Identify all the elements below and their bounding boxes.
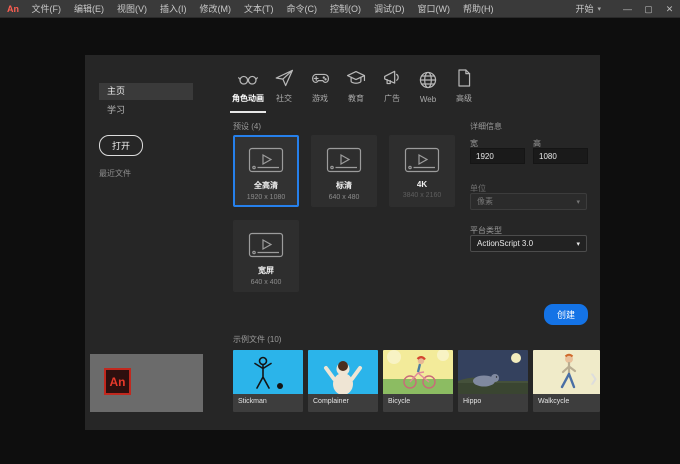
preset-dimensions: 1920 x 1080 (246, 194, 286, 201)
preset-dimensions: 3840 x 2160 (402, 192, 442, 199)
video-preset-icon (404, 147, 440, 173)
chevron-down-icon: ▾ (576, 240, 580, 248)
menubar-right: 开始 ▾ — ▢ ✕ (575, 0, 680, 18)
preset-name: 标清 (336, 181, 352, 190)
document-icon (458, 69, 471, 87)
menu-help[interactable]: 帮助(H) (457, 0, 501, 18)
complainer-thumbnail (308, 350, 378, 394)
character-animation-icon (238, 75, 258, 85)
tab-ads[interactable]: 广告 (374, 68, 410, 113)
tab-education[interactable]: 教育 (338, 68, 374, 113)
menu-insert[interactable]: 插入(I) (154, 0, 194, 18)
app-logo-icon: An (7, 3, 19, 14)
menu-text[interactable]: 文本(T) (238, 0, 281, 18)
animate-logo-icon: An (104, 368, 131, 395)
preset-card-sd[interactable]: 标清 640 x 480 (311, 135, 377, 207)
start-screen-panel: 主页 学习 打开 最近文件 角色动画 社交 游戏 教育 广告 Web 高级 预设… (85, 55, 600, 430)
sample-title: Stickman (238, 398, 267, 405)
sidebar-item-home[interactable]: 主页 (99, 83, 193, 100)
paper-plane-icon (275, 69, 293, 87)
open-button[interactable]: 打开 (99, 135, 144, 156)
tab-label: 角色动画 (232, 94, 264, 103)
presets-header: 预设 (4) (233, 122, 261, 131)
menu-debug[interactable]: 调试(D) (368, 0, 412, 18)
details-header: 详细信息 (470, 122, 502, 131)
chevron-down-icon: ▾ (597, 5, 601, 13)
preset-card-4k[interactable]: 4K 3840 x 2160 (389, 135, 455, 207)
recent-files-label: 最近文件 (99, 169, 131, 178)
chevron-down-icon: ▾ (576, 198, 580, 206)
preset-name: 宽屏 (258, 266, 274, 275)
close-icon[interactable]: ✕ (659, 0, 680, 18)
menu-view[interactable]: 视图(V) (111, 0, 154, 18)
tab-games[interactable]: 游戏 (302, 68, 338, 113)
sample-title: Bicycle (388, 398, 411, 405)
sample-card-complainer[interactable]: Complainer (308, 350, 378, 412)
minimize-icon[interactable]: — (617, 0, 638, 18)
preset-dimensions: 640 x 400 (250, 279, 282, 286)
preset-name: 4K (416, 180, 428, 189)
height-input[interactable] (533, 148, 588, 164)
menu-file[interactable]: 文件(F) (25, 0, 68, 18)
sample-card-bicycle[interactable]: Bicycle (383, 350, 453, 412)
sample-card-stickman[interactable]: Stickman (233, 350, 303, 412)
unit-value: 像素 (477, 197, 493, 206)
game-controller-icon (312, 73, 330, 84)
preset-name: 全高清 (254, 181, 278, 190)
tab-advanced[interactable]: 高级 (446, 68, 482, 113)
category-tabs: 角色动画 社交 游戏 教育 广告 Web 高级 (230, 68, 482, 113)
workspace-label: 开始 (575, 4, 594, 14)
create-button[interactable]: 创建 (544, 304, 589, 325)
video-preset-icon (248, 232, 284, 258)
megaphone-icon (384, 70, 399, 85)
maximize-icon[interactable]: ▢ (638, 0, 659, 18)
menu-bar: An 文件(F) 编辑(E) 视图(V) 插入(I) 修改(M) 文本(T) 命… (0, 0, 680, 18)
sidebar-item-learn[interactable]: 学习 (99, 102, 193, 119)
bicycle-thumbnail (383, 350, 453, 394)
video-preset-icon (326, 147, 362, 173)
width-input[interactable] (470, 148, 525, 164)
sample-title: Complainer (313, 398, 349, 405)
sample-title: Hippo (463, 398, 482, 405)
video-preset-icon (248, 147, 284, 173)
sample-card-hippo[interactable]: Hippo (458, 350, 528, 412)
tab-social[interactable]: 社交 (266, 68, 302, 113)
menu-edit[interactable]: 编辑(E) (68, 0, 111, 18)
unit-select: 像素 ▾ (470, 193, 587, 210)
workspace-switcher[interactable]: 开始 ▾ (575, 2, 601, 15)
platform-value: ActionScript 3.0 (477, 239, 534, 248)
hippo-thumbnail (458, 350, 528, 394)
tab-web[interactable]: Web (410, 70, 446, 113)
sample-title: Walkcycle (538, 398, 570, 405)
preset-card-full-hd[interactable]: 全高清 1920 x 1080 (233, 135, 299, 207)
animate-start-screen: An 文件(F) 编辑(E) 视图(V) 插入(I) 修改(M) 文本(T) 命… (0, 0, 680, 464)
preset-card-widescreen[interactable]: 宽屏 640 x 400 (233, 220, 299, 292)
tab-label: 社交 (276, 94, 292, 103)
preset-dimensions: 640 x 480 (328, 194, 360, 201)
menu-commands[interactable]: 命令(C) (280, 0, 324, 18)
menu-control[interactable]: 控制(O) (324, 0, 368, 18)
animate-branding-box: An (90, 354, 203, 412)
tab-character-animation[interactable]: 角色动画 (230, 68, 266, 113)
tab-label: Web (419, 95, 437, 104)
tab-label: 游戏 (312, 94, 328, 103)
menu-window[interactable]: 窗口(W) (411, 0, 457, 18)
samples-header: 示例文件 (10) (233, 335, 282, 344)
tab-label: 高级 (456, 94, 472, 103)
graduation-cap-icon (346, 70, 366, 84)
samples-scroll-right-icon[interactable]: ❯ (589, 372, 598, 385)
stickman-thumbnail (233, 350, 303, 394)
platform-select[interactable]: ActionScript 3.0 ▾ (470, 235, 587, 252)
menu-modify[interactable]: 修改(M) (193, 0, 238, 18)
tab-label: 广告 (384, 94, 400, 103)
globe-icon (419, 71, 437, 89)
tab-label: 教育 (348, 94, 364, 103)
